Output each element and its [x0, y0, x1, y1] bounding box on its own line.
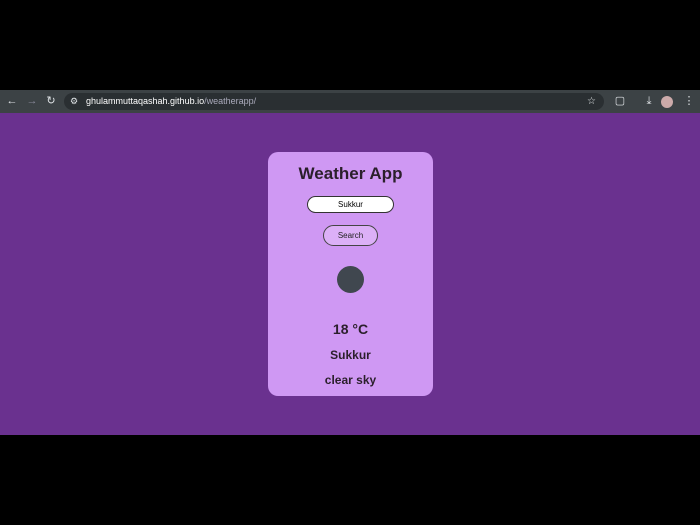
search-button[interactable]: Search — [323, 225, 378, 246]
back-icon[interactable]: ← — [4, 90, 20, 113]
address-bar[interactable]: ⚙ ghulammuttaqashah.github.io/weatherapp… — [64, 93, 604, 110]
download-icon[interactable]: ⤓ — [641, 90, 657, 113]
temperature: 18 °C — [332, 321, 369, 337]
city-name: Sukkur — [330, 348, 371, 362]
forward-icon[interactable]: → — [24, 90, 40, 113]
app-title: Weather App — [298, 164, 403, 183]
browser-toolbar: ← → ↻ ⚙ ghulammuttaqashah.github.io/weat… — [0, 90, 700, 113]
profile-avatar[interactable] — [661, 96, 673, 108]
weather-description: clear sky — [324, 373, 377, 387]
bookmark-star-icon[interactable]: ☆ — [587, 93, 596, 110]
menu-icon[interactable]: ⋮ — [681, 90, 697, 113]
extensions-icon[interactable]: ▢ — [612, 90, 628, 113]
city-search-input[interactable] — [307, 196, 394, 213]
page-background: Weather App Search 18 °C Sukkur clear sk… — [0, 113, 700, 435]
site-settings-icon[interactable]: ⚙ — [70, 93, 78, 110]
reload-icon[interactable]: ↻ — [43, 90, 59, 113]
weather-icon — [337, 266, 364, 293]
weather-card: Weather App Search 18 °C Sukkur clear sk… — [268, 152, 433, 396]
